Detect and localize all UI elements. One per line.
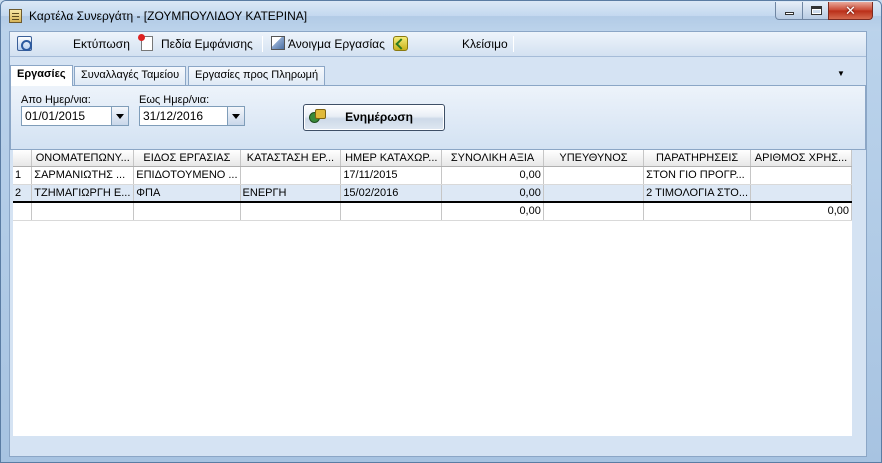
table-cell: [750, 166, 852, 185]
maximize-button[interactable]: [802, 2, 829, 20]
to-date-value: 31/12/2016: [143, 109, 204, 123]
table-cell: [240, 166, 342, 185]
open-job-button[interactable]: Άνοιγμα Εργασίας: [288, 32, 385, 56]
minimize-icon: [785, 12, 794, 15]
table-cell: ΣΑΡΜΑΝΙΩΤΗΣ ...: [31, 166, 135, 185]
totals-row: 0,00 0,00: [13, 201, 852, 221]
chevron-down-icon[interactable]: [111, 107, 128, 125]
update-button[interactable]: Ενημέρωση: [303, 104, 445, 131]
column-header-responsible[interactable]: ΥΠΕΥΘΥΝΟΣ: [543, 150, 645, 167]
table-cell: [750, 184, 852, 203]
column-header-job-type[interactable]: ΕΙΔΟΣ ΕΡΓΑΣΙΑΣ: [133, 150, 241, 167]
total-cell: [643, 201, 752, 221]
close-button[interactable]: Κλείσιμο: [462, 32, 508, 56]
filter-panel: Απο Ημερ/νια: 01/01/2015 Εως Ημερ/νια: 3…: [10, 85, 866, 150]
partner-card-window: Καρτέλα Συνεργάτη - [ΖΟΥΜΠΟΥΛΙΔΟΥ ΚΑΤΕΡΙ…: [0, 0, 882, 463]
total-cell: [133, 201, 241, 221]
update-button-label: Ενημέρωση: [345, 110, 413, 124]
table-row[interactable]: 1 ΣΑΡΜΑΝΙΩΤΗΣ ... ΕΠΙΔΟΤΟΥΜΕΝΟ ... 17/11…: [13, 166, 852, 185]
window-title: Καρτέλα Συνεργάτη - [ΖΟΥΜΠΟΥΛΙΔΟΥ ΚΑΤΕΡΙ…: [29, 9, 308, 23]
fiscal-year-sum: 0,00: [750, 201, 852, 221]
fields-icon[interactable]: [138, 34, 153, 51]
table-cell: ΣΤΟΝ ΓΙΟ ΠΡΟΓΡ...: [643, 166, 752, 185]
table-row[interactable]: 2 ΤΖΗΜΑΓΙΩΡΓΗ Ε... ΦΠΑ ΕΝΕΡΓΗ 15/02/2016…: [13, 184, 852, 203]
chevron-down-icon[interactable]: [227, 107, 244, 125]
table-cell: 1: [13, 166, 33, 185]
table-cell: ΤΖΗΜΑΓΙΩΡΓΗ Ε...: [31, 184, 135, 203]
total-cell: [340, 201, 443, 221]
refresh-arrow-icon[interactable]: [393, 36, 408, 51]
tab-jobs-to-pay[interactable]: Εργασίες προς Πληρωμή: [188, 66, 326, 85]
column-header-name[interactable]: ΟΝΟΜΑΤΕΠΩΝΥ...: [31, 150, 135, 167]
table-cell: 0,00: [441, 184, 544, 203]
column-header-date[interactable]: ΗΜΕΡ ΚΑΤΑΧΩΡ...: [340, 150, 443, 167]
jobs-grid: ΟΝΟΜΑΤΕΠΩΝΥ... ΕΙΔΟΣ ΕΡΓΑΣΙΑΣ ΚΑΤΑΣΤΑΣΗ …: [13, 150, 852, 221]
table-cell: ΦΠΑ: [133, 184, 241, 203]
table-cell: 17/11/2015: [340, 166, 443, 185]
to-date-combo[interactable]: 31/12/2016: [139, 106, 245, 126]
minimize-button[interactable]: [775, 2, 803, 20]
card-file-icon: [9, 9, 22, 23]
tab-dropdown-icon[interactable]: ▼: [835, 69, 847, 79]
print-button[interactable]: Εκτύπωση: [73, 32, 130, 56]
display-fields-button[interactable]: Πεδία Εμφάνισης: [161, 32, 253, 56]
column-header-total-value[interactable]: ΣΥΝΟΛΙΚΗ ΑΞΙΑ: [441, 150, 544, 167]
from-date-label: Απο Ημερ/νια:: [21, 94, 91, 106]
total-value-sum: 0,00: [441, 201, 544, 221]
table-cell: 0,00: [441, 166, 544, 185]
to-date-label: Εως Ημερ/νια:: [139, 94, 210, 106]
tab-cash-transactions[interactable]: Συναλλαγές Ταμείου: [74, 66, 187, 85]
table-cell: ΕΠΙΔΟΤΟΥΜΕΝΟ ...: [133, 166, 241, 185]
total-cell: [543, 201, 645, 221]
total-cell: [13, 201, 33, 221]
table-cell: [543, 184, 645, 203]
maximize-icon: [811, 6, 822, 15]
column-header[interactable]: [13, 150, 33, 167]
column-header-notes[interactable]: ΠΑΡΑΤΗΡΗΣΕΙΣ: [643, 150, 752, 167]
table-cell: ΕΝΕΡΓΗ: [240, 184, 342, 203]
title-bar[interactable]: Καρτέλα Συνεργάτη - [ΖΟΥΜΠΟΥΛΙΔΟΥ ΚΑΤΕΡΙ…: [1, 1, 881, 31]
close-window-button[interactable]: ✕: [828, 2, 873, 20]
column-header-status[interactable]: ΚΑΤΑΣΤΑΣΗ ΕΡ...: [240, 150, 342, 167]
table-cell: [543, 166, 645, 185]
tab-strip: Εργασίες Συναλλαγές Ταμείου Εργασίες προ…: [10, 65, 866, 86]
total-cell: [240, 201, 342, 221]
toolbar: Εκτύπωση Πεδία Εμφάνισης Άνοιγμα Εργασία…: [10, 32, 866, 57]
jobs-grid-area: ΟΝΟΜΑΤΕΠΩΝΥ... ΕΙΔΟΣ ΕΡΓΑΣΙΑΣ ΚΑΤΑΣΤΑΣΗ …: [13, 150, 852, 436]
from-date-value: 01/01/2015: [25, 109, 86, 123]
column-header-fiscal-year[interactable]: ΑΡΙΘΜΟΣ ΧΡΗΣ...: [750, 150, 852, 167]
table-cell: 15/02/2016: [340, 184, 443, 203]
print-preview-icon[interactable]: [17, 36, 32, 51]
toolbar-separator: [262, 36, 263, 52]
table-cell: 2: [13, 184, 33, 203]
close-icon: ✕: [845, 3, 856, 18]
table-cell: 2 ΤΙΜΟΛΟΓΙΑ ΣΤΟ...: [643, 184, 752, 203]
open-job-icon[interactable]: [271, 36, 285, 50]
from-date-combo[interactable]: 01/01/2015: [21, 106, 129, 126]
toolbar-separator: [513, 36, 514, 52]
tab-jobs[interactable]: Εργασίες: [10, 65, 73, 86]
total-cell: [31, 201, 135, 221]
client-area: Εκτύπωση Πεδία Εμφάνισης Άνοιγμα Εργασία…: [9, 31, 867, 457]
grid-header-row: ΟΝΟΜΑΤΕΠΩΝΥ... ΕΙΔΟΣ ΕΡΓΑΣΙΑΣ ΚΑΤΑΣΤΑΣΗ …: [13, 150, 852, 167]
